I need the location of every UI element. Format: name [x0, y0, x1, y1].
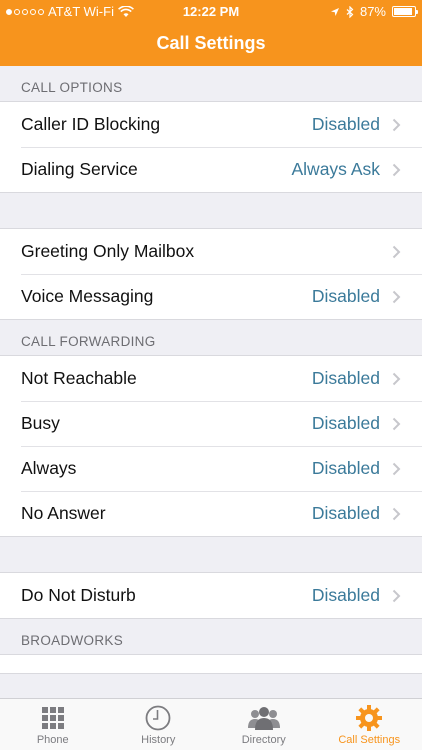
- row-voice-messaging[interactable]: Voice Messaging Disabled: [0, 274, 422, 319]
- people-icon: [247, 707, 280, 730]
- tab-bar: Phone History Directory Call Settings: [0, 698, 422, 750]
- chevron-right-icon: [392, 245, 401, 258]
- section-header-call-forwarding: CALL FORWARDING: [21, 334, 156, 349]
- settings-list[interactable]: CALL OPTIONS Caller ID Blocking Disabled…: [0, 66, 422, 698]
- row-value: Always Ask: [291, 159, 381, 179]
- section-header-broadworks: BROADWORKS: [21, 633, 124, 648]
- page-title: Call Settings: [156, 33, 266, 53]
- tab-phone[interactable]: Phone: [0, 699, 106, 750]
- chevron-right-icon: [392, 417, 401, 430]
- battery-icon: [392, 6, 418, 17]
- row-label: Dialing Service: [21, 159, 138, 179]
- row-value: Disabled: [311, 458, 380, 478]
- tab-directory[interactable]: Directory: [211, 699, 317, 750]
- tab-label: Directory: [241, 734, 286, 746]
- row-label: Greeting Only Mailbox: [21, 241, 195, 261]
- status-right: 87%: [330, 4, 418, 19]
- mail-group: Greeting Only Mailbox Voice Messaging Di…: [0, 228, 422, 320]
- row-caller-id-blocking[interactable]: Caller ID Blocking Disabled: [0, 102, 422, 147]
- row-value: Disabled: [311, 585, 380, 605]
- chevron-right-icon: [392, 462, 401, 475]
- chevron-right-icon: [392, 589, 401, 602]
- tab-label: History: [141, 734, 176, 746]
- bluetooth-icon: [346, 5, 354, 18]
- chevron-right-icon: [392, 118, 401, 131]
- broadworks-group: [0, 654, 422, 674]
- chevron-right-icon: [392, 290, 401, 303]
- keypad-icon: [41, 707, 64, 729]
- tab-label: Phone: [36, 734, 69, 746]
- clock-icon: [145, 705, 171, 731]
- gear-icon: [356, 705, 383, 731]
- chevron-right-icon: [392, 372, 401, 385]
- row-dialing-service[interactable]: Dialing Service Always Ask: [0, 147, 422, 192]
- nav-header: AT&T Wi-Fi 12:22 PM 87% Call Settings: [0, 0, 422, 66]
- row-value: Disabled: [311, 286, 380, 306]
- chevron-right-icon: [392, 163, 401, 176]
- row-label: Voice Messaging: [21, 286, 154, 306]
- row-label: Do Not Disturb: [21, 585, 136, 605]
- row-do-not-disturb[interactable]: Do Not Disturb Disabled: [0, 573, 422, 618]
- dnd-group: Do Not Disturb Disabled: [0, 572, 422, 619]
- row-busy[interactable]: Busy Disabled: [0, 401, 422, 446]
- row-label: Not Reachable: [21, 368, 137, 388]
- row-label: Busy: [21, 413, 60, 433]
- tab-label: Call Settings: [338, 734, 401, 746]
- status-bar: AT&T Wi-Fi 12:22 PM 87%: [0, 0, 422, 22]
- call-forwarding-group: Not Reachable Disabled Busy Disabled Alw…: [0, 355, 422, 537]
- row-not-reachable[interactable]: Not Reachable Disabled: [0, 356, 422, 401]
- row-value: Disabled: [311, 503, 380, 523]
- row-label: Caller ID Blocking: [21, 114, 161, 134]
- row-no-answer[interactable]: No Answer Disabled: [0, 491, 422, 536]
- row-value: Disabled: [311, 368, 380, 388]
- row-value: Disabled: [311, 413, 380, 433]
- call-options-group: Caller ID Blocking Disabled Dialing Serv…: [0, 101, 422, 193]
- row-always[interactable]: Always Disabled: [0, 446, 422, 491]
- tab-history[interactable]: History: [106, 699, 212, 750]
- row-label: No Answer: [21, 503, 106, 523]
- row-greeting-only-mailbox[interactable]: Greeting Only Mailbox: [0, 229, 422, 274]
- tab-call-settings[interactable]: Call Settings: [317, 699, 422, 750]
- row-label: Always: [21, 458, 77, 478]
- chevron-right-icon: [392, 507, 401, 520]
- section-header-call-options: CALL OPTIONS: [21, 80, 123, 95]
- location-arrow-icon: [330, 7, 339, 16]
- battery-percent: 87%: [359, 4, 386, 19]
- row-value: Disabled: [311, 114, 380, 134]
